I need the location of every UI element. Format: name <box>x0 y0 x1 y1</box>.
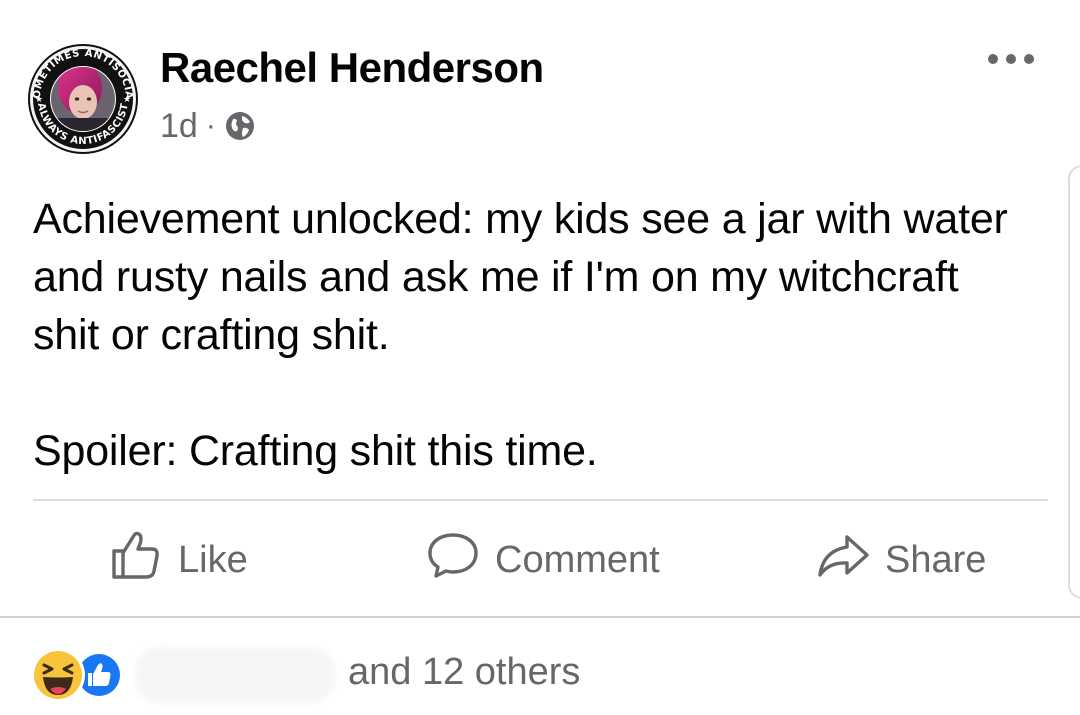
redacted-reactor-name <box>135 647 335 703</box>
side-panel-edge[interactable] <box>1068 165 1080 599</box>
post-text: Achievement unlocked: my kids see a jar … <box>33 190 1033 480</box>
speech-bubble-icon <box>425 527 495 593</box>
divider <box>33 499 1048 501</box>
more-options-button[interactable] <box>988 46 1034 72</box>
svg-text:★: ★ <box>35 95 43 105</box>
comment-button[interactable]: Comment <box>425 525 660 595</box>
share-arrow-icon <box>815 527 885 593</box>
like-label: Like <box>178 538 248 581</box>
divider <box>0 616 1080 618</box>
comment-label: Comment <box>495 538 660 581</box>
haha-reaction-icon <box>30 647 86 703</box>
like-button[interactable]: Like <box>108 525 248 595</box>
share-button[interactable]: Share <box>815 525 986 595</box>
more-dot <box>1024 54 1034 64</box>
author-name[interactable]: Raechel Henderson <box>160 44 544 92</box>
post-paragraph: Achievement unlocked: my kids see a jar … <box>33 195 1008 359</box>
reactions-others-text: and 12 others <box>348 651 581 693</box>
author-avatar[interactable]: SOMETIMES ANTISOCIAL ALWAYS ANTIFASCIST … <box>22 34 140 156</box>
svg-text:★: ★ <box>123 95 131 105</box>
share-label: Share <box>885 538 987 581</box>
more-dot <box>988 54 998 64</box>
action-bar: Like Comment Share <box>0 525 1080 595</box>
meta-separator: · <box>205 109 216 142</box>
facebook-post: SOMETIMES ANTISOCIAL ALWAYS ANTIFASCIST … <box>0 0 1080 715</box>
post-time[interactable]: 1d <box>160 107 198 146</box>
reactions-summary[interactable]: and 12 others <box>30 647 590 703</box>
more-dot <box>1006 54 1016 64</box>
post-paragraph: Spoiler: Crafting shit this time. <box>33 427 598 475</box>
post-meta: 1d · <box>160 106 256 146</box>
thumbs-up-icon <box>108 527 178 593</box>
globe-icon[interactable] <box>224 110 256 142</box>
